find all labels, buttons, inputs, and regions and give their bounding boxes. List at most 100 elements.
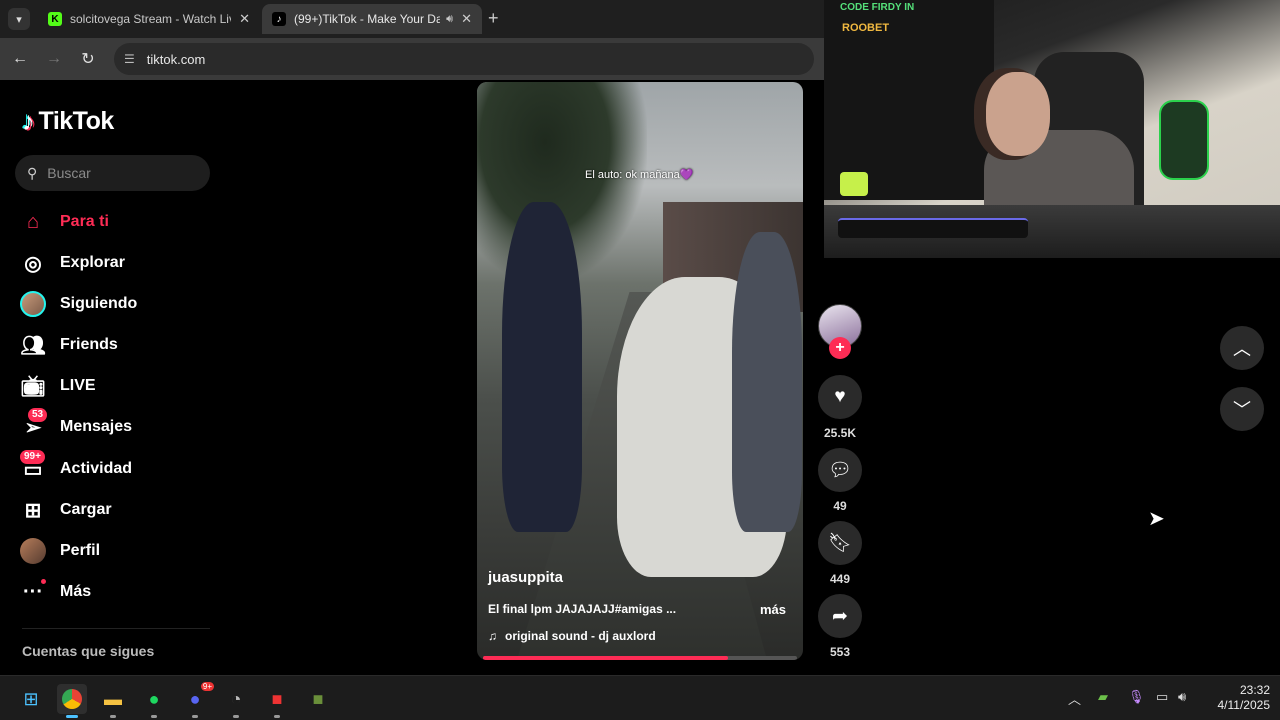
video-author[interactable]: juasuppita	[488, 569, 563, 586]
avatar-icon	[20, 291, 46, 317]
previous-video-button[interactable]: ︿	[1220, 326, 1264, 370]
sidebar-item-label: Perfil	[60, 542, 101, 559]
green-chair	[1159, 100, 1209, 180]
microphone-icon[interactable]: 🎙︎	[1128, 689, 1145, 705]
app-icon-clock[interactable]: ◔	[221, 684, 251, 718]
comment-button[interactable]: 💬︎	[818, 448, 862, 492]
clock-time: 23:32	[1239, 683, 1270, 697]
sidebar-item-label: Explorar	[60, 254, 125, 271]
tab-title: (99+)TikTok - Make Your Day	[294, 12, 441, 26]
browser-toolbar: ← → ↻ ☰ tiktok.com	[0, 38, 824, 80]
tab-search-menu-button[interactable]: ▾	[8, 8, 30, 30]
neon-sign-text: CODE FIRDY IN	[840, 2, 915, 13]
sidebar-item-label: Siguiendo	[60, 295, 138, 312]
video-description: El final lpm JAJAJAJJ#amigas ...	[488, 602, 677, 616]
next-video-button[interactable]: ﹀	[1220, 387, 1264, 431]
sidebar-item-label: Actividad	[60, 460, 133, 477]
video-progress-bar[interactable]	[483, 656, 797, 660]
network-icon[interactable]: ▭	[1156, 689, 1168, 705]
sidebar-item-mensajes[interactable]: ➢ 53 Mensajes	[20, 408, 133, 443]
discord-icon[interactable]: ● 9+	[180, 682, 214, 718]
comment-icon: 💬︎	[827, 460, 853, 481]
clock-date: 4/11/2025	[1217, 698, 1271, 712]
new-tab-button[interactable]: +	[488, 8, 499, 29]
inbox-icon: ▭ 99+	[20, 450, 46, 482]
chrome-taskbar-icon[interactable]	[57, 684, 87, 718]
video-progress-fill	[483, 656, 728, 660]
like-count: 25.5K	[823, 426, 857, 440]
tiktok-logo[interactable]: ♪ TikTok	[22, 106, 114, 137]
logo-text: TikTok	[38, 107, 115, 135]
forward-button[interactable]: →	[43, 48, 65, 70]
minecraft-icon[interactable]: ■	[303, 684, 333, 714]
tiktok-logo-icon: ♪	[22, 106, 35, 136]
chevron-up-icon: ︿	[1233, 339, 1251, 359]
see-more-button[interactable]: más	[760, 602, 786, 617]
search-icon: ⚲	[27, 164, 38, 181]
green-lamp	[840, 172, 868, 196]
heart-icon: ♥	[834, 386, 846, 407]
video-person-left	[502, 202, 582, 532]
mouse-cursor-icon: ➤	[1148, 508, 1165, 530]
sidebar-item-friends[interactable]: 👥︎ Friends	[20, 329, 118, 361]
messages-badge: 53	[28, 408, 48, 422]
video-overlay-text: El auto: ok mañana💜	[585, 169, 694, 181]
file-explorer-icon[interactable]: ▬	[98, 684, 128, 718]
nvidia-icon[interactable]: ▰	[1098, 689, 1108, 705]
site-info-icon[interactable]: ☰	[124, 52, 135, 66]
comment-count: 49	[833, 499, 847, 513]
more-icon: ···	[20, 579, 46, 605]
sidebar-item-perfil[interactable]: Perfil	[20, 535, 100, 567]
sidebar-item-actividad[interactable]: ▭ 99+ Actividad	[20, 450, 133, 485]
keyboard	[838, 218, 1028, 238]
video-sound[interactable]: ♫ original sound - dj auxlord	[488, 629, 656, 643]
share-count: 553	[829, 645, 851, 659]
sidebar-item-para-ti[interactable]: ⌂ Para ti	[20, 206, 109, 238]
reload-button[interactable]: ↻	[77, 48, 99, 70]
share-button[interactable]: ➦	[818, 594, 862, 638]
follow-button[interactable]: +	[829, 337, 851, 359]
windows-taskbar: ⊞ ▬ ● ● 9+ ◔ ■ ■ ︿ ▰ 🎙︎ ▭ 🔊︎ 23:32 4/11/2…	[0, 675, 1280, 720]
url-text: tiktok.com	[146, 51, 206, 67]
friends-icon: 👥︎	[20, 334, 46, 357]
upload-icon: ⊞	[24, 499, 42, 522]
volume-icon[interactable]: 🔊︎	[1178, 689, 1186, 705]
like-button[interactable]: ♥	[818, 375, 862, 419]
sidebar-item-label: Más	[60, 583, 92, 600]
streamer-webcam: CODE FIRDY IN ROOBET	[824, 0, 1280, 258]
windows-start-icon[interactable]: ⊞	[16, 684, 46, 714]
spotify-icon[interactable]: ●	[139, 684, 169, 718]
search-placeholder: Buscar	[47, 165, 91, 181]
save-count: 449	[829, 572, 851, 586]
sidebar-item-mas[interactable]: ··· Más	[20, 576, 91, 608]
sidebar-item-explorar[interactable]: ◎ Explorar	[20, 247, 125, 279]
back-button[interactable]: ←	[9, 48, 31, 70]
profile-icon	[20, 538, 46, 564]
sidebar-item-live[interactable]: 📺︎ LIVE	[20, 370, 96, 402]
browser-tab-kick[interactable]: K solcitovega Stream - Watch Live ✕	[38, 4, 260, 34]
sidebar-item-label: Cargar	[60, 501, 112, 518]
search-input[interactable]: ⚲ Buscar	[15, 155, 210, 191]
save-button[interactable]: 🔖︎	[818, 521, 862, 565]
notification-dot	[41, 579, 46, 584]
sidebar-item-label: Mensajes	[60, 418, 133, 435]
system-clock[interactable]: 23:32 4/11/2025	[1200, 683, 1271, 713]
browser-tab-bar: ▾ K solcitovega Stream - Watch Live ✕ ♪ …	[0, 0, 824, 38]
browser-tab-tiktok[interactable]: ♪ (99+)TikTok - Make Your Day 🔊︎ ✕	[262, 4, 482, 34]
tray-overflow-icon[interactable]: ︿	[1068, 689, 1081, 708]
sidebar-item-siguiendo[interactable]: Siguiendo	[20, 288, 137, 320]
send-icon: ➢ 53	[20, 408, 48, 440]
sidebar-item-label: Para ti	[60, 213, 109, 230]
close-tab-icon[interactable]: ✕	[239, 11, 250, 27]
speaker-icon[interactable]: 🔊︎	[446, 13, 453, 26]
address-bar[interactable]: ☰ tiktok.com	[114, 43, 814, 75]
close-tab-icon[interactable]: ✕	[461, 11, 472, 27]
bookmark-icon: 🔖︎	[827, 533, 853, 554]
sidebar-item-label: LIVE	[60, 377, 96, 394]
streamer-head	[986, 72, 1050, 156]
anydesk-icon[interactable]: ■	[262, 684, 292, 718]
sidebar-item-cargar[interactable]: ⊞ Cargar	[20, 494, 112, 526]
home-icon: ⌂	[26, 210, 40, 233]
tab-title: solcitovega Stream - Watch Live	[70, 12, 232, 26]
video-player[interactable]: El auto: ok mañana💜 juasuppita El final …	[477, 82, 803, 660]
